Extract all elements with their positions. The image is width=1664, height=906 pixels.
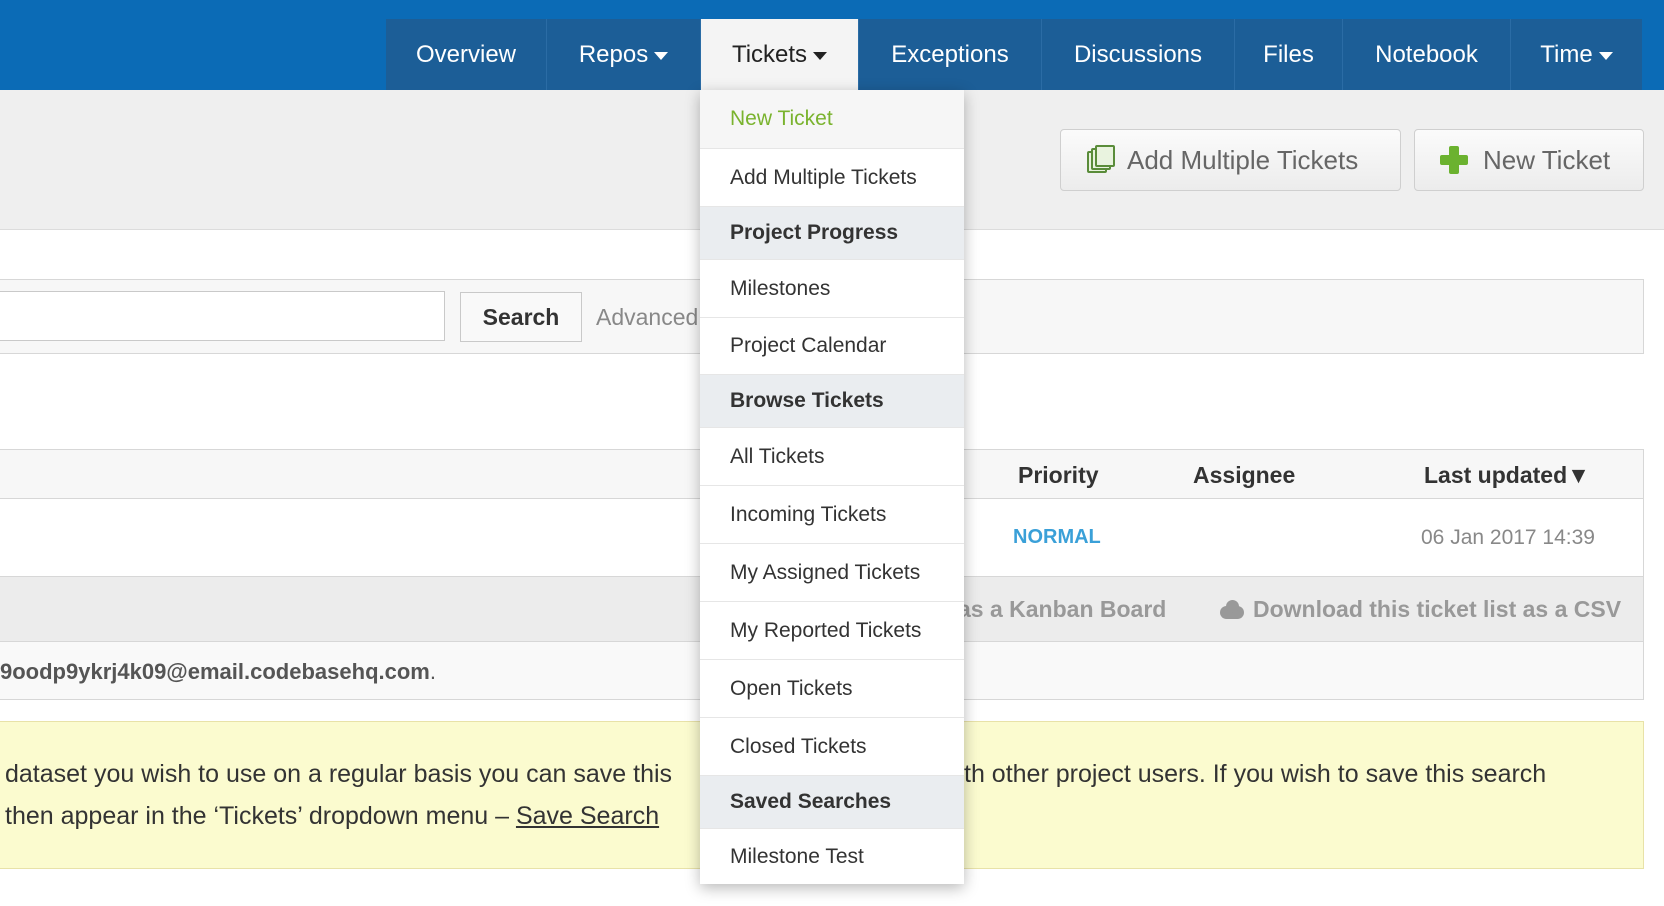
save-search-link[interactable]: Save Search [516,802,659,830]
column-last-updated[interactable]: Last updated▼ [1424,462,1590,489]
nav-tickets-label: Tickets [731,40,808,68]
nav-time[interactable]: Time [1511,19,1642,90]
menu-open-tickets[interactable]: Open Tickets [700,660,964,718]
nav-time-label: Time [1540,40,1593,68]
notice-line-2: then appear in the ‘Tickets’ dropdown me… [5,802,659,831]
column-assignee[interactable]: Assignee [1193,462,1295,489]
copy-icon [1085,145,1115,175]
menu-section-saved-searches: Saved Searches [700,776,964,829]
menu-project-calendar[interactable]: Project Calendar [700,318,964,375]
search-button-label: Search [482,303,560,330]
menu-section-project-progress: Project Progress [700,207,964,260]
last-updated-value: 06 Jan 2017 14:39 [1421,526,1595,549]
search-input[interactable] [0,291,445,341]
nav-files-label: Files [1263,40,1314,68]
menu-closed-tickets[interactable]: Closed Tickets [700,718,964,776]
nav-repos-label: Repos [578,40,649,68]
menu-all-tickets[interactable]: All Tickets [700,428,964,486]
nav-repos[interactable]: Repos [547,19,701,90]
menu-my-assigned-tickets[interactable]: My Assigned Tickets [700,544,964,602]
menu-incoming-tickets[interactable]: Incoming Tickets [700,486,964,544]
download-csv-link[interactable]: Download this ticket list as a CSV [1220,596,1621,623]
column-priority[interactable]: Priority [1018,462,1099,489]
nav-exceptions-label: Exceptions [891,40,1009,68]
cloud-download-icon [1220,599,1244,620]
add-multiple-tickets-button[interactable]: Add Multiple Tickets [1060,129,1401,191]
menu-add-multiple-tickets[interactable]: Add Multiple Tickets [700,149,964,207]
chevron-down-icon [813,51,828,60]
kanban-board-link[interactable]: as a Kanban Board [958,596,1166,623]
chevron-down-icon [654,51,669,60]
plus-icon [1439,145,1469,175]
advanced-search-link[interactable]: Advanced [596,304,698,331]
menu-new-ticket[interactable]: New Ticket [700,90,964,149]
email-suffix: . [429,659,436,684]
new-ticket-button[interactable]: New Ticket [1414,129,1644,191]
nav-discussions[interactable]: Discussions [1042,19,1235,90]
download-csv-label: Download this ticket list as a CSV [1253,596,1622,622]
menu-milestone-test[interactable]: Milestone Test [700,829,964,884]
nav-notebook[interactable]: Notebook [1343,19,1511,90]
new-ticket-label: New Ticket [1483,144,1611,175]
nav-exceptions[interactable]: Exceptions [859,19,1042,90]
notice-line-2-text: then appear in the ‘Tickets’ dropdown me… [5,802,516,830]
nav-discussions-label: Discussions [1073,40,1203,68]
notice-line-1-left: dataset you wish to use on a regular bas… [5,760,673,788]
nav-notebook-label: Notebook [1375,40,1478,68]
nav-tickets[interactable]: Tickets [701,19,859,90]
search-button[interactable]: Search [460,292,582,342]
notice-line-1-right: th other project users. If you wish to s… [964,760,1547,788]
menu-milestones[interactable]: Milestones [700,260,964,318]
nav-files[interactable]: Files [1235,19,1343,90]
priority-badge: NORMAL [1013,526,1101,548]
menu-my-reported-tickets[interactable]: My Reported Tickets [700,602,964,660]
email-address-text: 9oodp9ykrj4k09@email.codebasehq.com. [0,659,436,685]
add-multiple-tickets-label: Add Multiple Tickets [1127,144,1359,175]
nav-overview[interactable]: Overview [386,19,547,90]
chevron-down-icon [1598,51,1613,60]
menu-section-browse-tickets: Browse Tickets [700,375,964,428]
nav-overview-label: Overview [415,40,517,68]
tickets-dropdown-menu: New Ticket Add Multiple Tickets Project … [700,90,964,884]
email-address: 9oodp9ykrj4k09@email.codebasehq.com [0,659,430,684]
main-nav: Overview Repos Tickets Exceptions Discus… [386,19,1642,90]
